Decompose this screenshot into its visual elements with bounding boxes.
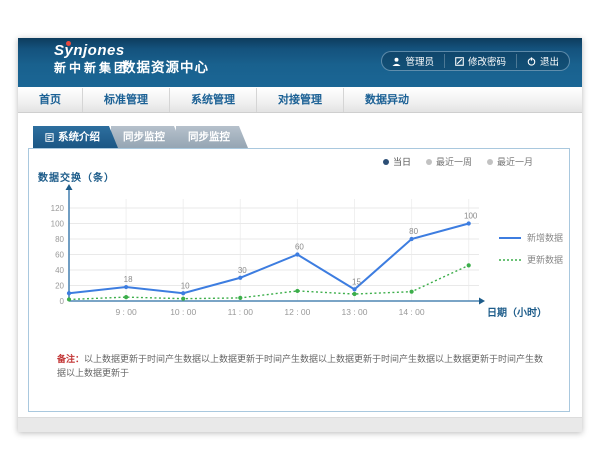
page-title: 数据资源中心 (122, 56, 209, 76)
svg-text:14 : 00: 14 : 00 (399, 307, 425, 317)
power-icon (527, 57, 536, 66)
filter-last-month[interactable]: 最近一月 (487, 155, 533, 168)
radio-dot-icon (426, 159, 432, 165)
chart-panel: 当日 最近一周 最近一月 数据交换（条） 0 20 40 60 80 100 120 9 : … (28, 148, 570, 412)
svg-text:11 : 00: 11 : 00 (228, 307, 254, 317)
radio-dot-icon (383, 159, 389, 165)
solid-line-icon (499, 236, 521, 240)
tab-bar: 系统介绍 同步监控 同步监控 (33, 126, 241, 148)
svg-text:20: 20 (55, 282, 64, 291)
tab-sync-monitor-2[interactable]: 同步监控 (176, 126, 248, 148)
svg-text:0: 0 (60, 297, 65, 306)
current-user-label: 管理员 (405, 54, 434, 68)
footnote-prefix: 备注： (57, 354, 84, 364)
svg-text:100: 100 (51, 220, 65, 229)
svg-text:80: 80 (55, 235, 64, 244)
svg-text:40: 40 (55, 266, 64, 275)
app-window: Synjones 新中新集团 数据资源中心 管理员 修改密码 退出 首页 标准管… (18, 38, 582, 432)
change-password-button[interactable]: 修改密码 (444, 54, 516, 68)
filter-last-week[interactable]: 最近一周 (426, 155, 472, 168)
nav-item-interface-mgmt[interactable]: 对接管理 (256, 88, 343, 112)
tab-sync-monitor-1[interactable]: 同步监控 (111, 126, 183, 148)
edit-icon (455, 57, 464, 66)
nav-item-system-mgmt[interactable]: 系统管理 (169, 88, 256, 112)
svg-text:日期（小时）: 日期（小时） (487, 306, 547, 319)
current-user-button[interactable]: 管理员 (382, 54, 444, 68)
header-actions: 管理员 修改密码 退出 (381, 51, 570, 71)
header: Synjones 新中新集团 数据资源中心 管理员 修改密码 退出 (18, 38, 582, 87)
tab-label: 同步监控 (188, 126, 230, 148)
svg-text:60: 60 (55, 251, 64, 260)
nav-item-standard-mgmt[interactable]: 标准管理 (82, 88, 169, 112)
svg-text:13 : 00: 13 : 00 (342, 307, 368, 317)
radio-dot-icon (487, 159, 493, 165)
logo-red-dot-icon (66, 41, 71, 46)
svg-text:12 : 00: 12 : 00 (284, 307, 310, 317)
svg-text:18: 18 (124, 275, 133, 284)
filter-today[interactable]: 当日 (383, 155, 411, 168)
brand-logo: Synjones 新中新集团 (54, 43, 129, 74)
svg-text:30: 30 (238, 266, 247, 275)
svg-text:15: 15 (352, 277, 361, 286)
svg-text:80: 80 (409, 227, 418, 236)
dotted-line-icon (499, 258, 521, 262)
footnote-text: 以上数据更新于时间产生数据以上数据更新于时间产生数据以上数据更新于时间产生数据以… (57, 354, 543, 378)
logo-company-name: 新中新集团 (54, 62, 129, 74)
tab-label: 系统介绍 (58, 126, 100, 148)
tab-system-intro[interactable]: 系统介绍 (33, 126, 118, 148)
legend-item-new-data[interactable]: 新增数据 (499, 231, 563, 244)
window-footer-strip (18, 417, 582, 432)
logo-wordmark: Synjones (54, 43, 125, 58)
svg-text:9 : 00: 9 : 00 (115, 307, 137, 317)
main-nav: 首页 标准管理 系统管理 对接管理 数据异动 (18, 87, 582, 113)
chart-legend: 新增数据 更新数据 (499, 231, 563, 275)
logout-label: 退出 (540, 54, 559, 68)
svg-text:10: 10 (181, 281, 190, 290)
svg-text:100: 100 (464, 212, 478, 221)
svg-text:60: 60 (295, 243, 304, 252)
svg-text:10 : 00: 10 : 00 (170, 307, 196, 317)
line-chart: 0 20 40 60 80 100 120 9 : 00 10 : 00 11 : 00 12 : … (29, 183, 571, 333)
chart-range-filters: 当日 最近一周 最近一月 (383, 155, 533, 168)
change-password-label: 修改密码 (468, 54, 506, 68)
svg-text:120: 120 (51, 204, 65, 213)
document-icon (45, 133, 54, 142)
user-icon (392, 57, 401, 66)
legend-label: 更新数据 (527, 253, 563, 266)
nav-item-home[interactable]: 首页 (18, 88, 82, 112)
logout-button[interactable]: 退出 (516, 54, 569, 68)
legend-item-update-data[interactable]: 更新数据 (499, 253, 563, 266)
footnote: 备注：以上数据更新于时间产生数据以上数据更新于时间产生数据以上数据更新于时间产生… (57, 353, 549, 380)
filter-label: 当日 (393, 155, 411, 168)
tab-label: 同步监控 (123, 126, 165, 148)
filter-label: 最近一月 (497, 155, 533, 168)
filter-label: 最近一周 (436, 155, 472, 168)
legend-label: 新增数据 (527, 231, 563, 244)
nav-item-data-change[interactable]: 数据异动 (343, 88, 430, 112)
y-axis-title: 数据交换（条） (38, 169, 115, 184)
